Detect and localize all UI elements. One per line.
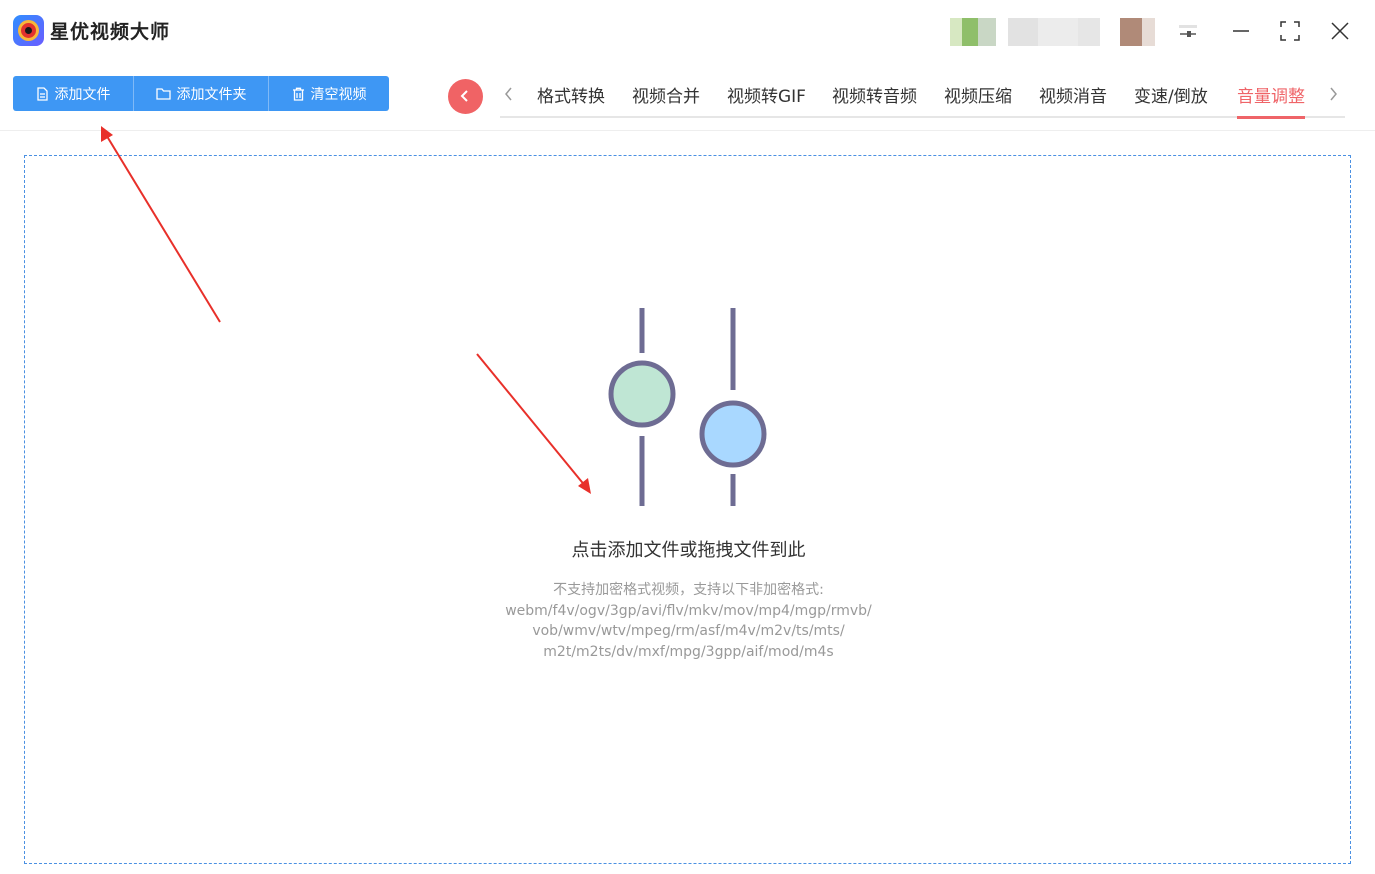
- header-divider: [0, 130, 1375, 131]
- user-account-avatar[interactable]: [950, 18, 1155, 46]
- close-icon[interactable]: [1322, 14, 1358, 48]
- trash-icon: [292, 87, 304, 101]
- tab-format-convert[interactable]: 格式转换: [537, 82, 605, 116]
- add-file-label: 添加文件: [54, 86, 111, 103]
- add-folder-label: 添加文件夹: [176, 86, 247, 103]
- supported-formats-line: 不支持加密格式视频，支持以下非加密格式:: [553, 582, 824, 598]
- clear-videos-button[interactable]: 清空视频: [269, 76, 389, 111]
- clear-videos-label: 清空视频: [310, 86, 367, 103]
- folder-icon: [155, 88, 171, 100]
- supported-formats-line: vob/wmv/wtv/mpeg/rm/asf/m4v/m2v/ts/mts/: [532, 623, 845, 639]
- app-logo-icon: [13, 15, 44, 46]
- chevron-left-icon: [460, 90, 468, 102]
- tab-video-mute[interactable]: 视频消音: [1039, 82, 1107, 116]
- add-file-button[interactable]: 添加文件: [13, 76, 134, 111]
- tab-speed-reverse[interactable]: 变速/倒放: [1134, 82, 1208, 116]
- file-drop-zone[interactable]: 点击添加文件或拖拽文件到此 不支持加密格式视频，支持以下非加密格式: webm/…: [24, 155, 1351, 864]
- drop-zone-instruction: 点击添加文件或拖拽文件到此: [571, 540, 806, 561]
- toolbar: 添加文件 添加文件夹 清空视频: [13, 76, 389, 111]
- tab-volume-adjust[interactable]: 音量调整: [1237, 82, 1305, 119]
- maximize-icon[interactable]: [1272, 14, 1308, 48]
- volume-sliders-icon: [608, 308, 767, 506]
- tabs-baseline: [500, 116, 1345, 118]
- function-tabs: 格式转换 视频合并 视频转GIF 视频转音频 视频压缩 视频消音 变速/倒放 音…: [500, 76, 1345, 120]
- tabs-scroll-left-icon[interactable]: [502, 84, 522, 108]
- supported-formats-text: 不支持加密格式视频，支持以下非加密格式: webm/f4v/ogv/3gp/av…: [25, 580, 1352, 662]
- supported-formats-line: m2t/m2ts/dv/mxf/mpg/3gpp/aif/mod/m4s: [543, 643, 834, 660]
- supported-formats-line: webm/f4v/ogv/3gp/avi/flv/mkv/mov/mp4/mgp…: [505, 602, 872, 619]
- tab-video-to-gif[interactable]: 视频转GIF: [727, 82, 806, 116]
- add-folder-button[interactable]: 添加文件夹: [134, 76, 269, 111]
- app-title: 星优视频大师: [50, 21, 171, 43]
- tab-video-to-audio[interactable]: 视频转音频: [832, 82, 917, 116]
- tab-video-merge[interactable]: 视频合并: [632, 82, 700, 116]
- tab-video-compress[interactable]: 视频压缩: [944, 82, 1012, 116]
- tabs-scroll-right-icon[interactable]: [1328, 84, 1348, 108]
- title-bar: 星优视频大师: [0, 0, 1375, 62]
- collapse-toolbar-button[interactable]: [448, 79, 483, 114]
- file-icon: [36, 86, 48, 101]
- minimize-icon[interactable]: [1223, 14, 1259, 48]
- app-window: 星优视频大师 添加文件 添加文件夹 清空视频 格式转换 视频合并 视频转GIF …: [0, 0, 1375, 874]
- sliders-icon[interactable]: [1170, 14, 1206, 48]
